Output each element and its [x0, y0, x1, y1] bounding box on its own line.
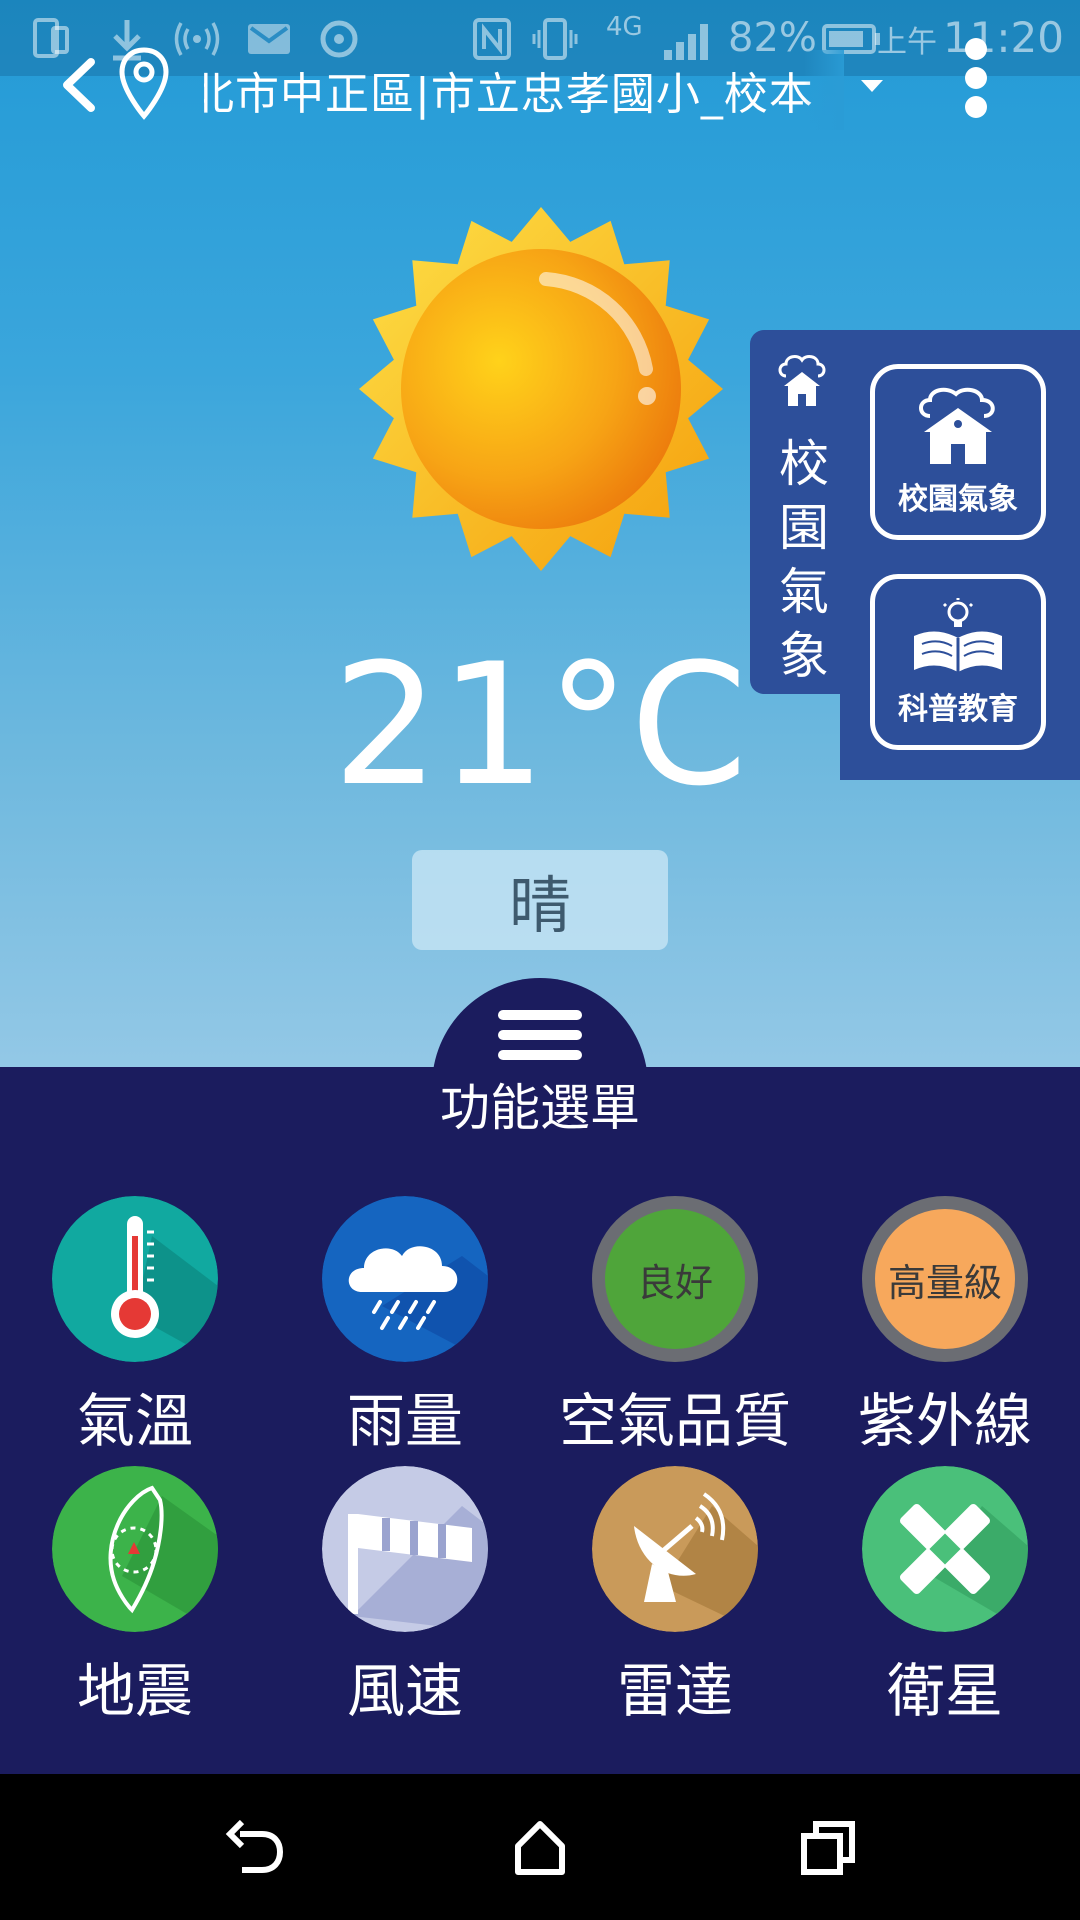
ampm-label: 上午: [876, 25, 937, 60]
overflow-menu-button[interactable]: [946, 34, 1006, 122]
dot-icon: [965, 38, 987, 60]
tab-char: 校: [779, 435, 829, 493]
menu-toggle-button[interactable]: [498, 1010, 582, 1060]
dot-icon: [965, 67, 987, 89]
satellite-tile[interactable]: 衛星: [810, 1466, 1080, 1736]
menu-title: 功能選單: [440, 1079, 640, 1137]
dropdown-arrow-icon: [861, 80, 883, 92]
dot-icon: [965, 96, 987, 118]
location-selector[interactable]: 北市中正區|市立忠孝國小_校本: [204, 50, 844, 130]
radar-dish-icon: [592, 1466, 758, 1632]
temperature-tile[interactable]: 氣溫: [0, 1196, 270, 1466]
air-quality-indicator: 良好: [592, 1196, 758, 1362]
location-dropdown-button[interactable]: [852, 66, 892, 106]
location-fade: [804, 50, 844, 130]
uv-index-badge: 高量級: [875, 1209, 1015, 1349]
hamburger-bar: [498, 1050, 582, 1060]
air-quality-badge: 良好: [605, 1209, 745, 1349]
uv-index-tile[interactable]: 高量級 紫外線: [810, 1196, 1080, 1466]
tab-char: 象: [779, 627, 829, 685]
nav-back-icon: [225, 1820, 284, 1873]
location-name: 北市中正區|市立忠孝國小_校本: [204, 69, 814, 120]
hamburger-bar: [498, 1010, 582, 1020]
nav-home-button[interactable]: [500, 1808, 580, 1888]
air-quality-tile[interactable]: 良好 空氣品質: [540, 1196, 810, 1466]
tab-char: 園: [779, 499, 829, 557]
rainfall-label: 雨量: [346, 1387, 463, 1455]
uv-index-label: 紫外線: [857, 1387, 1032, 1455]
hamburger-bar: [498, 1030, 582, 1040]
sunny-weather-icon: [356, 204, 726, 574]
rain-cloud-icon: [322, 1196, 488, 1362]
rainfall-tile[interactable]: 雨量: [270, 1196, 540, 1466]
current-temperature: 21°C: [332, 627, 748, 823]
school-cloud-icon: [919, 387, 995, 464]
system-navigation-bar: [0, 1774, 1080, 1920]
wind-speed-label: 風速: [346, 1657, 463, 1725]
weather-app-screen: 4G 82% 上午 11:20 北市中正區|市立忠孝國小_校本 21°C 晴 校…: [0, 0, 1080, 1920]
earthquake-tile[interactable]: 地震: [0, 1466, 270, 1736]
satellite-icon: [862, 1466, 1028, 1632]
nav-home-icon: [515, 1821, 565, 1875]
book-lightbulb-icon: [914, 598, 1002, 672]
nav-back-button[interactable]: [214, 1808, 294, 1888]
location-pin-icon[interactable]: [114, 44, 174, 124]
temperature-label: 氣溫: [76, 1387, 193, 1455]
back-arrow-icon: [63, 58, 95, 112]
radar-tile[interactable]: 雷達: [540, 1466, 810, 1736]
satellite-label: 衛星: [886, 1657, 1003, 1725]
back-button[interactable]: [44, 50, 114, 120]
weather-condition: 晴: [412, 850, 668, 950]
side-panel-tab-label: 校 園 氣 象: [764, 432, 844, 688]
campus-weather-label: 校園氣象: [898, 482, 1018, 517]
nav-recents-button[interactable]: [788, 1808, 868, 1888]
air-quality-label: 空氣品質: [558, 1387, 791, 1455]
taiwan-map-icon: [52, 1466, 218, 1632]
radar-label: 雷達: [616, 1657, 733, 1725]
thermometer-icon: [52, 1196, 218, 1362]
windsock-icon: [322, 1466, 488, 1632]
tab-char: 氣: [779, 563, 829, 621]
uv-index-indicator: 高量級: [862, 1196, 1028, 1362]
science-education-label: 科普教育: [898, 692, 1018, 727]
weather-condition-label: 晴: [508, 869, 571, 942]
science-education-button[interactable]: 科普教育: [870, 574, 1046, 750]
campus-weather-button[interactable]: 校園氣象: [870, 364, 1046, 540]
wind-speed-tile[interactable]: 風速: [270, 1466, 540, 1736]
school-cloud-icon: [772, 350, 832, 410]
earthquake-label: 地震: [76, 1657, 193, 1725]
nav-recents-icon: [801, 1821, 855, 1875]
network-type: 4G: [606, 12, 643, 42]
